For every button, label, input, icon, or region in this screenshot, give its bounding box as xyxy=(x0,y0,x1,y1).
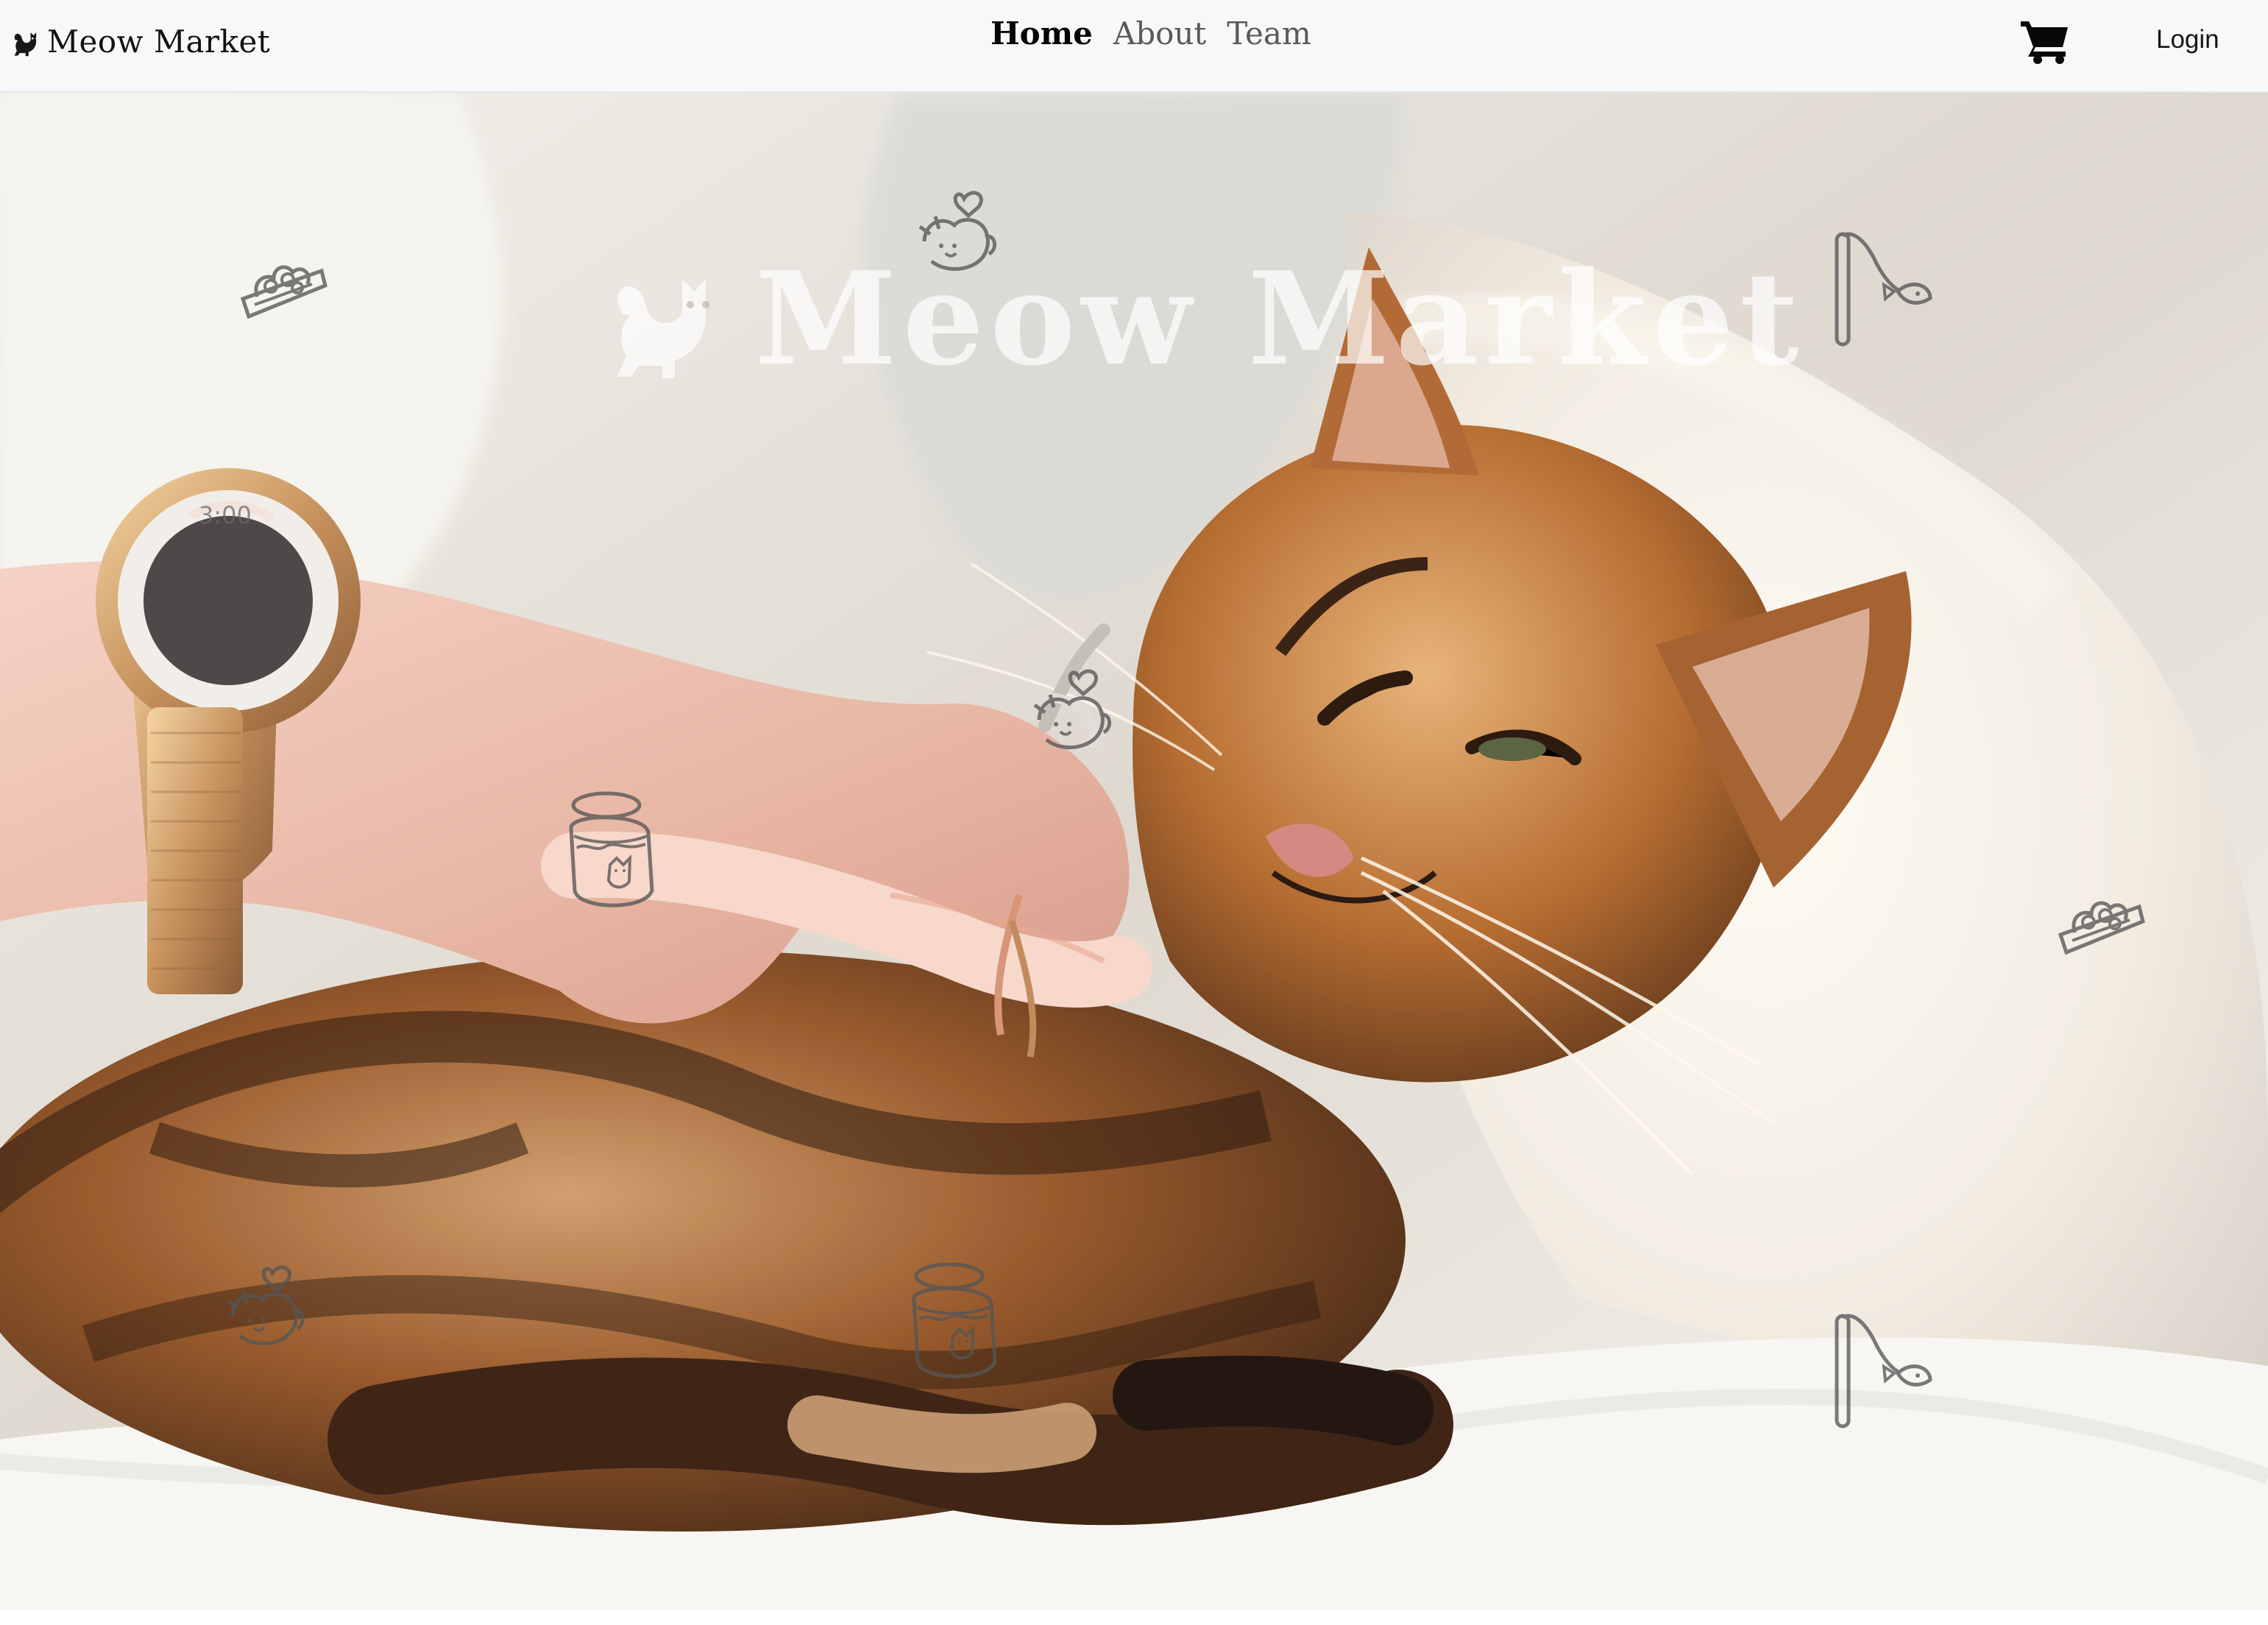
cat-heart-icon xyxy=(227,1265,305,1346)
brand-name: Meow Market xyxy=(47,24,271,60)
cat-heart-icon xyxy=(1033,669,1112,750)
hero-section: 3:00 Meow Market xyxy=(0,93,2268,1610)
nav-about-link[interactable]: About xyxy=(1113,18,1206,49)
cat-icon xyxy=(14,32,38,57)
cat-food-bowl-icon xyxy=(2058,901,2145,955)
brand-link[interactable]: Meow Market xyxy=(9,21,270,63)
fishing-rod-toy-icon xyxy=(1835,232,1932,347)
cart-button[interactable] xyxy=(2018,16,2072,65)
login-link[interactable]: Login xyxy=(2156,25,2219,54)
cat-food-can-icon xyxy=(912,1262,997,1378)
top-navigation: Meow Market Home About Team Login xyxy=(0,0,2268,93)
cat-food-can-icon xyxy=(569,791,654,907)
shopping-cart-icon xyxy=(2021,21,2068,64)
main-navigation: Home About Team xyxy=(991,18,1311,49)
cat-food-bowl-icon xyxy=(240,265,327,319)
fishing-rod-toy-icon xyxy=(1835,1314,1932,1428)
svg-text:3:00: 3:00 xyxy=(199,501,252,529)
nav-home-link[interactable]: Home xyxy=(991,18,1093,49)
cat-heart-icon xyxy=(918,191,997,272)
page-bottom-spacer xyxy=(0,1610,2268,1625)
nav-team-link[interactable]: Team xyxy=(1227,18,1311,49)
